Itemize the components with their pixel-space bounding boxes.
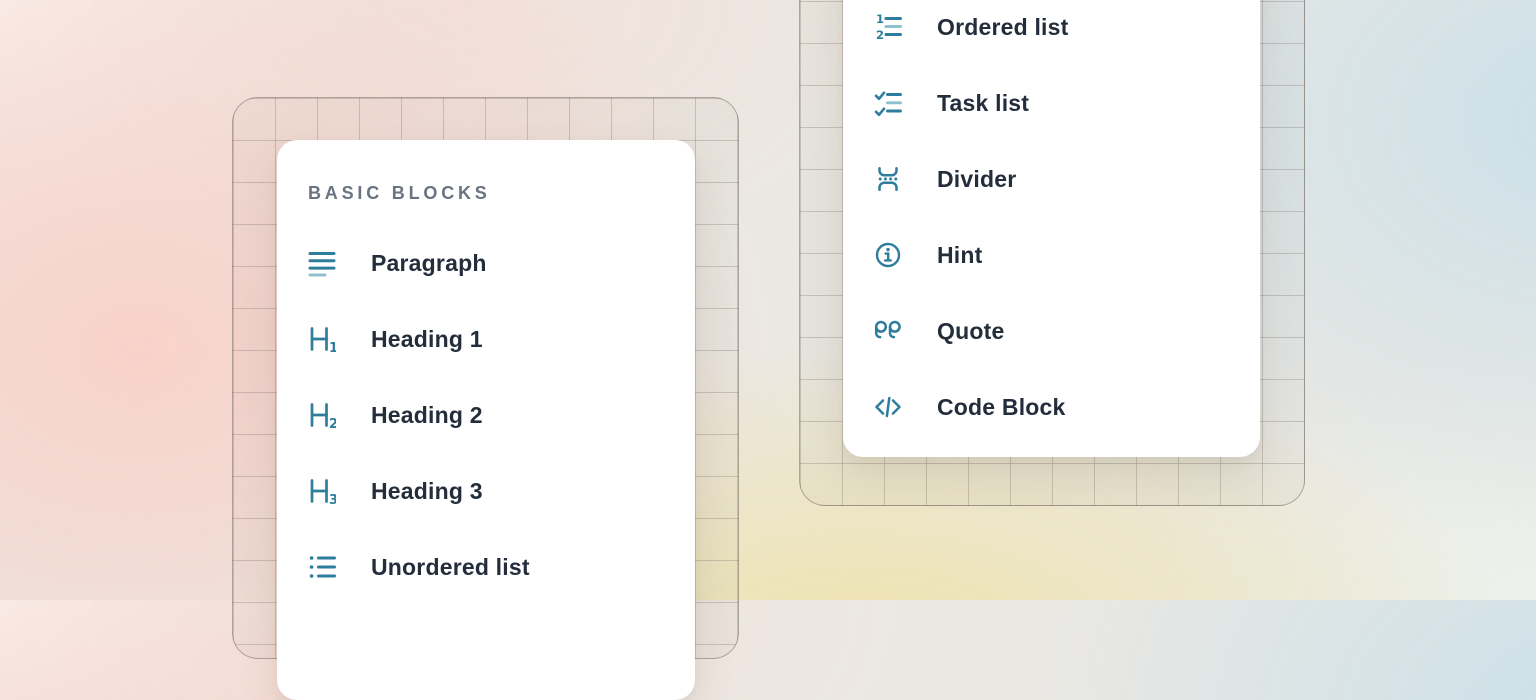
- blocks-menu-right: 1 2 Ordered list Task list: [843, 0, 1260, 457]
- menu-item-list: Paragraph 1 Heading 1 2 Heading 2: [277, 225, 695, 605]
- panel-title: BASIC BLOCKS: [308, 180, 695, 206]
- menu-item-label: Hint: [937, 242, 983, 269]
- menu-item-task-list[interactable]: Task list: [843, 65, 1260, 141]
- menu-item-label: Ordered list: [937, 14, 1069, 41]
- svg-text:1: 1: [329, 341, 336, 353]
- heading-3-icon: 3: [308, 477, 336, 505]
- heading-1-icon: 1: [308, 325, 336, 353]
- ordered-list-icon: 1 2: [874, 13, 902, 41]
- menu-item-label: Quote: [937, 318, 1004, 345]
- svg-text:2: 2: [876, 28, 884, 41]
- hint-icon: [874, 241, 902, 269]
- menu-item-heading-1[interactable]: 1 Heading 1: [277, 301, 695, 377]
- menu-item-label: Divider: [937, 166, 1016, 193]
- menu-item-list: 1 2 Ordered list Task list: [843, 0, 1260, 445]
- menu-item-label: Task list: [937, 90, 1029, 117]
- menu-item-code-block[interactable]: Code Block: [843, 369, 1260, 445]
- menu-item-label: Unordered list: [371, 554, 530, 581]
- menu-item-paragraph[interactable]: Paragraph: [277, 225, 695, 301]
- svg-text:1: 1: [876, 13, 884, 26]
- basic-blocks-menu: BASIC BLOCKS Paragraph 1 Heading 1 2: [277, 140, 695, 700]
- menu-item-unordered-list[interactable]: Unordered list: [277, 529, 695, 605]
- svg-text:2: 2: [329, 417, 336, 429]
- menu-item-label: Paragraph: [371, 250, 487, 277]
- task-list-icon: [874, 89, 902, 117]
- menu-item-heading-3[interactable]: 3 Heading 3: [277, 453, 695, 529]
- menu-item-label: Heading 1: [371, 326, 483, 353]
- page-background: { "colors": { "icon_primary": "#2e7d9c",…: [0, 0, 1536, 600]
- menu-item-label: Heading 3: [371, 478, 483, 505]
- heading-2-icon: 2: [308, 401, 336, 429]
- paragraph-icon: [308, 249, 336, 277]
- menu-item-label: Heading 2: [371, 402, 483, 429]
- svg-text:3: 3: [329, 493, 336, 505]
- menu-item-hint[interactable]: Hint: [843, 217, 1260, 293]
- unordered-list-icon: [308, 553, 336, 581]
- menu-item-label: Code Block: [937, 394, 1066, 421]
- quote-icon: [874, 317, 902, 345]
- menu-item-heading-2[interactable]: 2 Heading 2: [277, 377, 695, 453]
- menu-item-ordered-list[interactable]: 1 2 Ordered list: [843, 0, 1260, 65]
- menu-item-quote[interactable]: Quote: [843, 293, 1260, 369]
- menu-item-divider[interactable]: Divider: [843, 141, 1260, 217]
- divider-icon: [874, 165, 902, 193]
- code-block-icon: [874, 393, 902, 421]
